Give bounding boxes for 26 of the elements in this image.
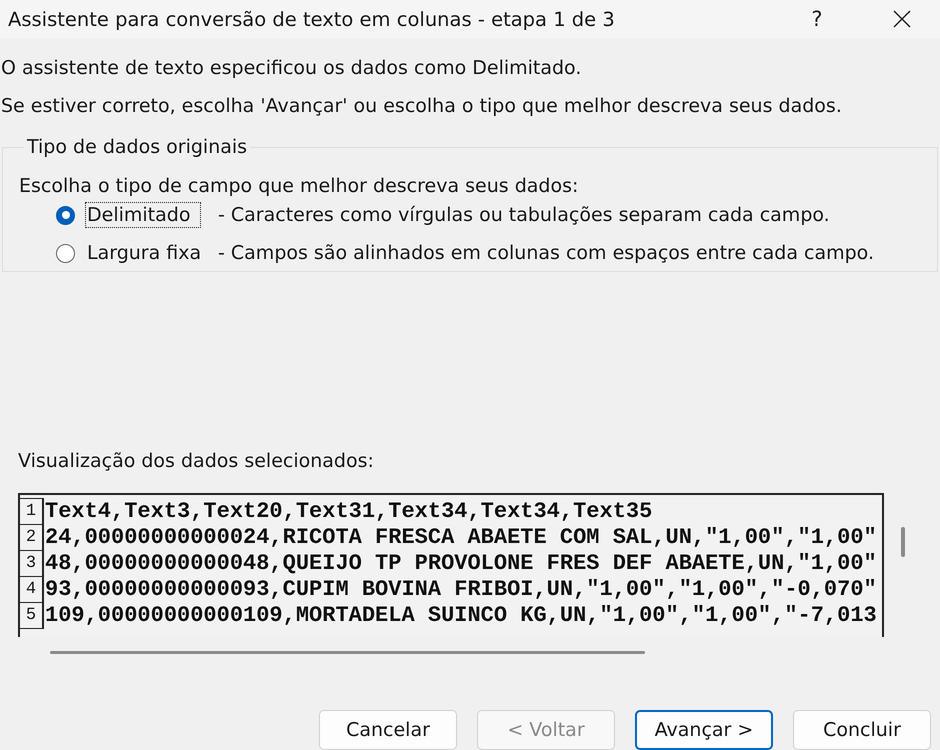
radio-label[interactable]: Largura fixa (85, 240, 201, 266)
window-title: Assistente para conversão de texto em colunas - etapa 1 de 3 (7, 8, 616, 30)
radio-label[interactable]: Delimitado (85, 202, 201, 228)
group-title: Tipo de dados originais (26, 136, 248, 158)
prompt-text: Escolha o tipo de campo que melhor descreva seus dados: (19, 174, 580, 199)
row-number: 5 (20, 602, 44, 629)
finish-button[interactable]: Concluir (793, 710, 931, 750)
radio-button[interactable] (56, 206, 75, 224)
preview-line: 48,00000000000048,QUEIJO TP PROVOLONE FRES DEF ABAETE,UN,"1,00" (44, 551, 877, 577)
radio-button[interactable] (56, 244, 75, 262)
row-number: 1 (20, 498, 44, 525)
help-button[interactable]: ? (794, 0, 840, 38)
option-description: - Campos são alinhados em colunas com espaços entre cada campo. (218, 242, 874, 264)
preview-line: Text4,Text3,Text20,Text31,Text34,Text34,Text35 (44, 499, 652, 525)
preview-line: 109,00000000000109,MORTADELA SUINCO KG,UN,"1,00","1,00","-7,013 (44, 603, 877, 629)
vertical-scrollbar-thumb[interactable] (901, 527, 905, 557)
close-icon (893, 10, 911, 28)
instruction-text: O assistente de texto especificou os dados como Delimitado. (0, 56, 582, 81)
preview-line: 93,00000000000093,CUPIM BOVINA FRIBOI,UN,"1,00","1,00","-0,070" (44, 577, 877, 603)
preview-line: 24,00000000000024,RICOTA FRESCA ABAETE COM SAL,UN,"1,00","1,00" (44, 525, 877, 551)
preview-label: Visualização dos dados selecionados: (18, 449, 375, 473)
horizontal-scrollbar-thumb[interactable] (50, 651, 645, 654)
option-description: - Caracteres como vírgulas ou tabulações separam cada campo. (218, 204, 830, 226)
instruction-text: Se estiver correto, escolha 'Avançar' ou escolha o tipo que melhor descreva seus dados. (0, 94, 843, 119)
next-button[interactable]: Avançar > (635, 710, 773, 750)
cancel-button[interactable]: Cancelar (319, 710, 457, 750)
